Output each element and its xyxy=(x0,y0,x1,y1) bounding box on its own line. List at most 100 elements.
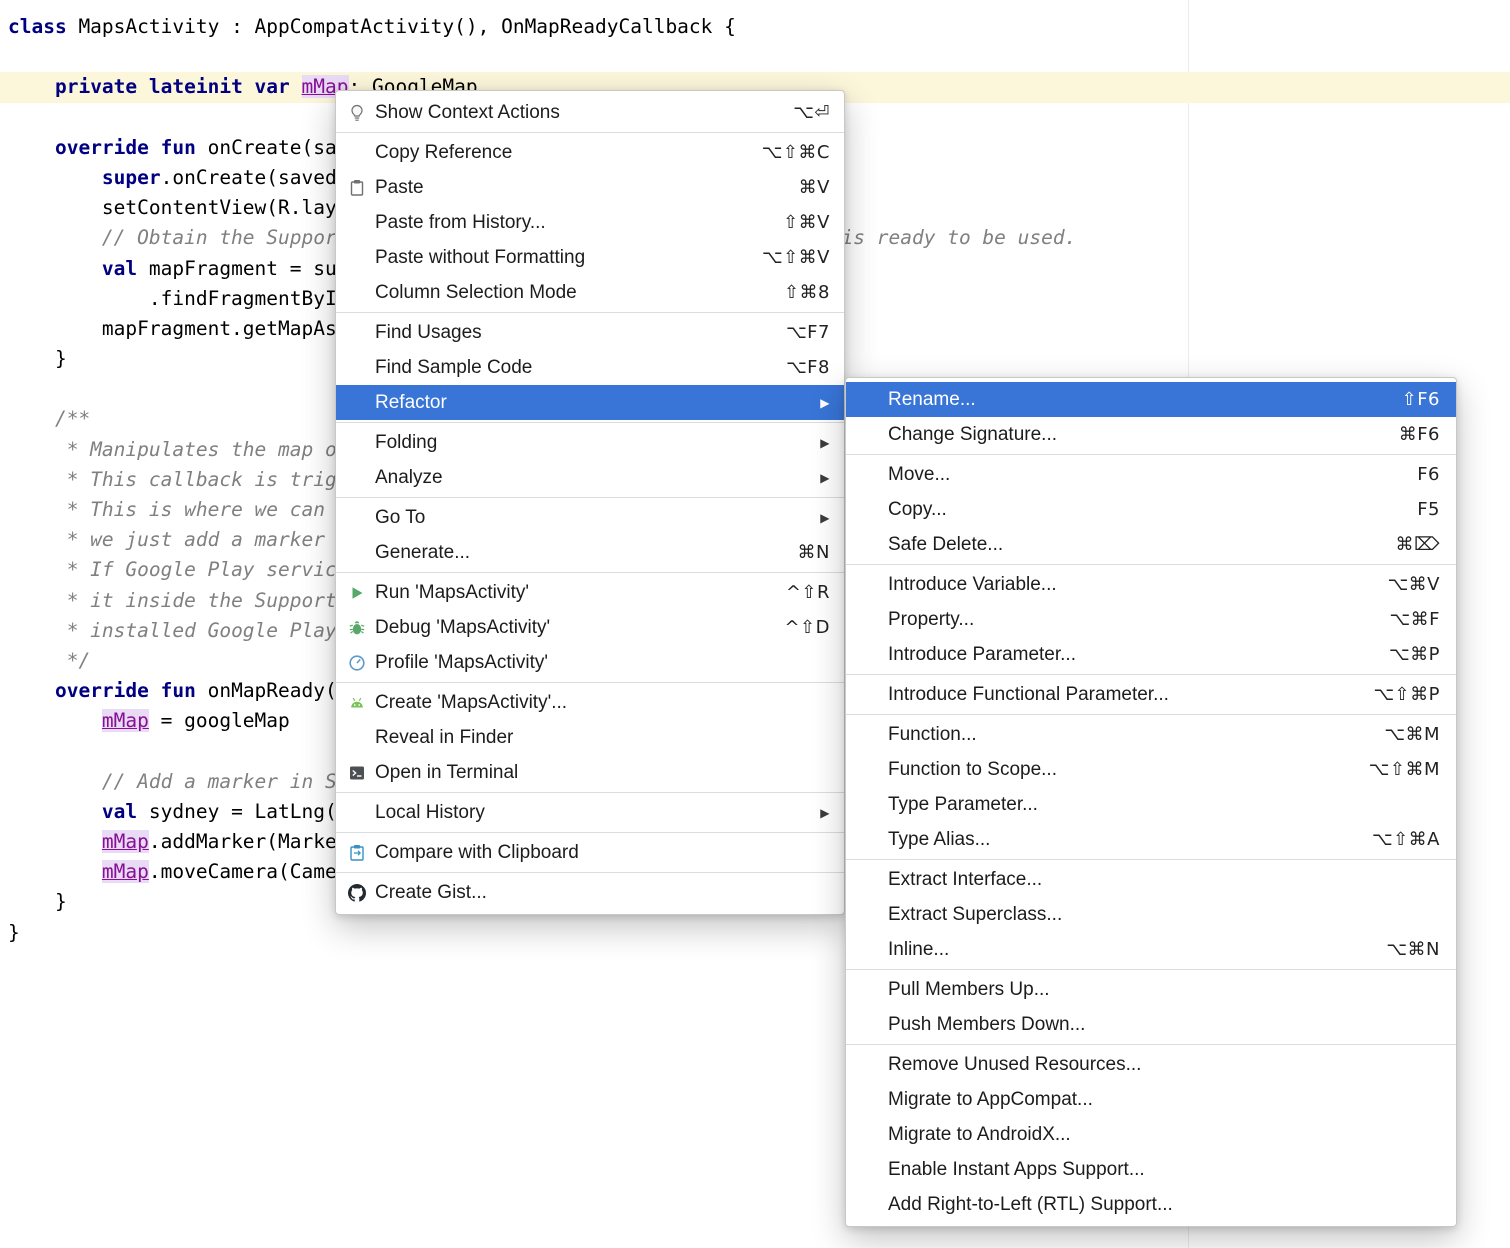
menu-item-move[interactable]: Move...F6 xyxy=(846,457,1456,492)
menu-item-profile-mapsactivity[interactable]: Profile 'MapsActivity' xyxy=(336,645,844,680)
menu-item-pull-members-up[interactable]: Pull Members Up... xyxy=(846,972,1456,1007)
menu-item-go-to[interactable]: Go To▶ xyxy=(336,500,844,535)
menu-item-label: Add Right-to-Left (RTL) Support... xyxy=(888,1194,1173,1216)
menu-separator xyxy=(336,132,844,133)
menu-item-reveal-in-finder[interactable]: Reveal in Finder xyxy=(336,720,844,755)
menu-item-label: Type Alias... xyxy=(888,829,990,851)
menu-separator xyxy=(846,564,1456,565)
menu-separator xyxy=(846,969,1456,970)
menu-shortcut: ⌥⌘M xyxy=(1360,724,1440,745)
menu-shortcut: ⌘F6 xyxy=(1375,424,1440,445)
menu-item-type-parameter[interactable]: Type Parameter... xyxy=(846,787,1456,822)
icon-placeholder xyxy=(346,804,368,822)
icon-placeholder xyxy=(346,729,368,747)
menu-item-paste[interactable]: Paste⌘V xyxy=(336,170,844,205)
menu-item-label: Remove Unused Resources... xyxy=(888,1054,1141,1076)
profile-icon xyxy=(346,654,368,672)
menu-item-property[interactable]: Property... ⌥⌘F xyxy=(846,602,1456,637)
menu-shortcut: ⌥⌘F xyxy=(1365,609,1440,630)
menu-shortcut: ⇧⌘8 xyxy=(760,282,830,303)
menu-item-migrate-to-appcompat[interactable]: Migrate to AppCompat... xyxy=(846,1082,1456,1117)
menu-item-change-signature[interactable]: Change Signature...⌘F6 xyxy=(846,417,1456,452)
icon-placeholder xyxy=(346,284,368,302)
menu-item-run-mapsactivity[interactable]: Run 'MapsActivity'^⇧R xyxy=(336,575,844,610)
menu-item-generate[interactable]: Generate...⌘N xyxy=(336,535,844,570)
menu-item-label: Local History xyxy=(375,802,485,824)
menu-shortcut: ⌥⇧⌘V xyxy=(738,247,830,268)
menu-item-label: Find Sample Code xyxy=(375,357,532,379)
menu-item-introduce-parameter[interactable]: Introduce Parameter...⌥⌘P xyxy=(846,637,1456,672)
menu-shortcut: ^⇧R xyxy=(762,582,830,603)
menu-item-paste-from-history[interactable]: Paste from History...⇧⌘V xyxy=(336,205,844,240)
menu-item-label: Compare with Clipboard xyxy=(375,842,579,864)
icon-placeholder xyxy=(346,324,368,342)
menu-item-paste-without-formatting[interactable]: Paste without Formatting⌥⇧⌘V xyxy=(336,240,844,275)
icon-placeholder xyxy=(346,214,368,232)
menu-item-compare-with-clipboard[interactable]: Compare with Clipboard xyxy=(336,835,844,870)
menu-item-label: Profile 'MapsActivity' xyxy=(375,652,548,674)
menu-item-type-alias[interactable]: Type Alias... ⌥⇧⌘A xyxy=(846,822,1456,857)
menu-item-function-to-scope[interactable]: Function to Scope...⌥⇧⌘M xyxy=(846,752,1456,787)
menu-item-label: Safe Delete... xyxy=(888,534,1003,556)
menu-separator xyxy=(846,674,1456,675)
submenu-arrow-icon: ▶ xyxy=(796,436,830,450)
menu-item-add-right-to-left-rtl-support[interactable]: Add Right-to-Left (RTL) Support... xyxy=(846,1187,1456,1222)
menu-item-function[interactable]: Function...⌥⌘M xyxy=(846,717,1456,752)
menu-item-label: Open in Terminal xyxy=(375,762,518,784)
menu-separator xyxy=(846,859,1456,860)
menu-item-find-sample-code[interactable]: Find Sample Code ⌥F8 xyxy=(336,350,844,385)
menu-item-label: Column Selection Mode xyxy=(375,282,577,304)
github-icon xyxy=(346,884,368,902)
menu-item-extract-superclass[interactable]: Extract Superclass... xyxy=(846,897,1456,932)
menu-item-label: Inline... xyxy=(888,939,949,961)
menu-shortcut: ⌥F8 xyxy=(762,357,830,378)
menu-item-label: Reveal in Finder xyxy=(375,727,513,749)
menu-item-analyze[interactable]: Analyze▶ xyxy=(336,460,844,495)
icon-placeholder xyxy=(346,469,368,487)
menu-item-push-members-down[interactable]: Push Members Down... xyxy=(846,1007,1456,1042)
menu-item-safe-delete[interactable]: Safe Delete... ⌘⌦ xyxy=(846,527,1456,562)
menu-item-label: Property... xyxy=(888,609,974,631)
icon-placeholder xyxy=(346,249,368,267)
menu-item-introduce-variable[interactable]: Introduce Variable...⌥⌘V xyxy=(846,567,1456,602)
menu-item-extract-interface[interactable]: Extract Interface... xyxy=(846,862,1456,897)
menu-item-refactor[interactable]: Refactor ▶ xyxy=(336,385,844,420)
menu-item-open-in-terminal[interactable]: Open in Terminal xyxy=(336,755,844,790)
menu-item-show-context-actions[interactable]: Show Context Actions ⌥⏎ xyxy=(336,95,844,130)
menu-item-label: Create 'MapsActivity'... xyxy=(375,692,567,714)
menu-shortcut: ⌥⌘N xyxy=(1362,939,1440,960)
menu-shortcut: ⌥⏎ xyxy=(769,102,830,123)
menu-separator xyxy=(336,872,844,873)
menu-item-debug-mapsactivity[interactable]: Debug 'MapsActivity'^⇧D xyxy=(336,610,844,645)
menu-item-column-selection-mode[interactable]: Column Selection Mode ⇧⌘8 xyxy=(336,275,844,310)
menu-item-remove-unused-resources[interactable]: Remove Unused Resources... xyxy=(846,1047,1456,1082)
menu-item-create-mapsactivity[interactable]: Create 'MapsActivity'... xyxy=(336,685,844,720)
menu-shortcut: ⌥⇧⌘M xyxy=(1345,759,1440,780)
menu-item-local-history[interactable]: Local History▶ xyxy=(336,795,844,830)
menu-item-label: Refactor xyxy=(375,392,447,414)
menu-item-label: Show Context Actions xyxy=(375,102,560,124)
identifier-mmap-highlight: mMap xyxy=(102,860,149,883)
menu-item-rename[interactable]: Rename...⇧F6 xyxy=(846,382,1456,417)
menu-shortcut: ⌘⌦ xyxy=(1372,534,1440,555)
menu-item-create-gist[interactable]: Create Gist... xyxy=(336,875,844,910)
menu-shortcut: ⌥⇧⌘A xyxy=(1348,829,1440,850)
menu-item-inline[interactable]: Inline... ⌥⌘N xyxy=(846,932,1456,967)
lightbulb-icon xyxy=(346,104,368,122)
menu-item-find-usages[interactable]: Find Usages⌥F7 xyxy=(336,315,844,350)
menu-item-label: Move... xyxy=(888,464,950,486)
submenu-arrow-icon: ▶ xyxy=(796,396,830,410)
menu-item-introduce-functional-parameter[interactable]: Introduce Functional Parameter...⌥⇧⌘P xyxy=(846,677,1456,712)
menu-separator xyxy=(336,422,844,423)
icon-placeholder xyxy=(346,144,368,162)
menu-item-folding[interactable]: Folding▶ xyxy=(336,425,844,460)
menu-item-migrate-to-androidx[interactable]: Migrate to AndroidX... xyxy=(846,1117,1456,1152)
icon-placeholder xyxy=(346,434,368,452)
menu-item-label: Push Members Down... xyxy=(888,1014,1085,1036)
menu-item-copy-reference[interactable]: Copy Reference⌥⇧⌘C xyxy=(336,135,844,170)
menu-separator xyxy=(846,1044,1456,1045)
menu-item-copy[interactable]: Copy...F5 xyxy=(846,492,1456,527)
menu-separator xyxy=(846,714,1456,715)
menu-item-enable-instant-apps-support[interactable]: Enable Instant Apps Support... xyxy=(846,1152,1456,1187)
icon-placeholder xyxy=(346,509,368,527)
